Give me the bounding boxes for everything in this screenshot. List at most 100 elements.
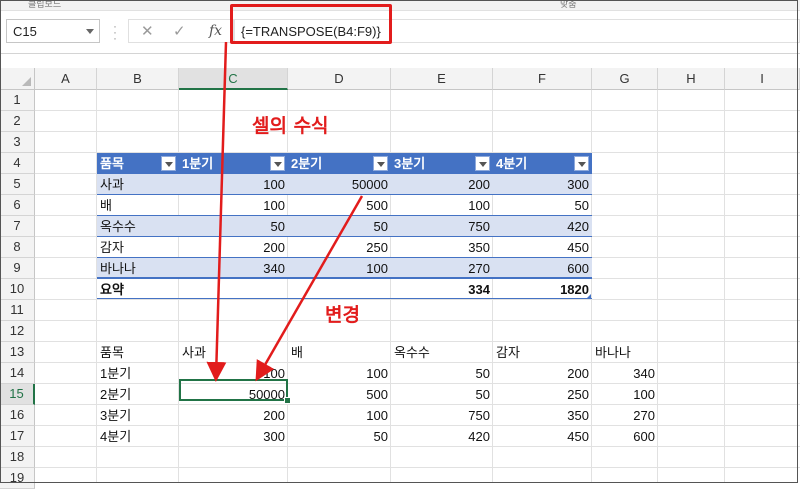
row-header-17[interactable]: 17 (0, 426, 35, 447)
chevron-down-icon[interactable] (86, 29, 94, 34)
transposed-cell[interactable]: 300 (179, 426, 288, 447)
transposed-cell[interactable]: 50 (288, 426, 391, 447)
table-cell[interactable]: 450 (493, 237, 592, 258)
transposed-cell[interactable]: 50 (391, 363, 493, 384)
filter-dropdown-icon[interactable] (475, 156, 490, 171)
cancel-icon[interactable]: ✕ (141, 22, 154, 40)
table-cell[interactable]: 100 (391, 195, 493, 216)
transposed-cell[interactable]: 50 (391, 384, 493, 405)
row-header-16[interactable]: 16 (0, 405, 35, 426)
table-cell[interactable]: 100 (179, 195, 288, 216)
transposed-cell[interactable]: 450 (493, 426, 592, 447)
transposed-cell[interactable]: 100 (288, 405, 391, 426)
table-cell[interactable]: 300 (493, 174, 592, 195)
row-header-12[interactable]: 12 (0, 321, 35, 342)
row-header-10[interactable]: 10 (0, 279, 35, 300)
filter-dropdown-icon[interactable] (574, 156, 589, 171)
table-cell[interactable]: 750 (391, 216, 493, 237)
table-cell[interactable]: 350 (391, 237, 493, 258)
table-cell[interactable]: 50 (493, 195, 592, 216)
row-header-1[interactable]: 1 (0, 90, 35, 111)
transposed-cell[interactable]: 200 (179, 405, 288, 426)
column-header-d[interactable]: D (288, 68, 391, 90)
fill-handle[interactable] (284, 397, 291, 404)
table-cell[interactable]: 270 (391, 258, 493, 279)
name-box[interactable]: C15 (6, 19, 100, 43)
transposed-cell[interactable]: 600 (592, 426, 658, 447)
row-header-14[interactable]: 14 (0, 363, 35, 384)
table-cell[interactable]: 500 (288, 195, 391, 216)
total-cell[interactable]: 334 (391, 279, 493, 300)
filter-dropdown-icon[interactable] (161, 156, 176, 171)
table-cell[interactable]: 200 (391, 174, 493, 195)
table-cell[interactable]: 100 (179, 174, 288, 195)
column-header-c[interactable]: C (179, 68, 288, 90)
transposed-header-cell[interactable]: 감자 (493, 342, 592, 363)
row-header-18[interactable]: 18 (0, 447, 35, 468)
row-header-13[interactable]: 13 (0, 342, 35, 363)
column-header-g[interactable]: G (592, 68, 658, 90)
row-header-4[interactable]: 4 (0, 153, 35, 174)
table-cell[interactable]: 600 (493, 258, 592, 279)
transposed-cell[interactable]: 100 (288, 363, 391, 384)
row-header-7[interactable]: 7 (0, 216, 35, 237)
table-cell[interactable]: 100 (288, 258, 391, 279)
table-cell[interactable]: 250 (288, 237, 391, 258)
column-header-i[interactable]: I (725, 68, 800, 90)
filter-dropdown-icon[interactable] (373, 156, 388, 171)
row-header-15[interactable]: 15 (0, 384, 35, 405)
table-cell[interactable]: 사과 (97, 174, 179, 195)
row-header-11[interactable]: 11 (0, 300, 35, 321)
table-cell[interactable]: 420 (493, 216, 592, 237)
column-header-b[interactable]: B (97, 68, 179, 90)
table-cell[interactable]: 50000 (288, 174, 391, 195)
transposed-cell[interactable]: 420 (391, 426, 493, 447)
transposed-cell[interactable]: 200 (493, 363, 592, 384)
transposed-header-cell[interactable]: 바나나 (592, 342, 658, 363)
transposed-header-cell[interactable]: 품목 (97, 342, 179, 363)
table-cell[interactable]: 50 (179, 216, 288, 237)
transposed-header-cell[interactable]: 사과 (179, 342, 288, 363)
transposed-cell[interactable]: 350 (493, 405, 592, 426)
active-cell-border[interactable] (179, 379, 288, 401)
column-header-f[interactable]: F (493, 68, 592, 90)
transposed-cell[interactable]: 340 (592, 363, 658, 384)
table-cell[interactable]: 옥수수 (97, 216, 179, 237)
transposed-cell[interactable]: 500 (288, 384, 391, 405)
table-cell[interactable]: 200 (179, 237, 288, 258)
select-all-corner[interactable] (0, 68, 35, 90)
total-cell[interactable] (288, 279, 391, 300)
total-cell[interactable] (179, 279, 288, 300)
transposed-header-cell[interactable]: 옥수수 (391, 342, 493, 363)
row-header-3[interactable]: 3 (0, 132, 35, 153)
enter-icon[interactable]: ✓ (173, 22, 186, 40)
total-cell[interactable]: 요약 (97, 279, 179, 300)
column-header-h[interactable]: H (658, 68, 725, 90)
transposed-header-cell[interactable]: 배 (288, 342, 391, 363)
row-header-19[interactable]: 19 (0, 468, 35, 489)
table-cell[interactable]: 배 (97, 195, 179, 216)
table-resize-handle[interactable] (586, 294, 591, 299)
transposed-cell[interactable]: 250 (493, 384, 592, 405)
formula-bar-grip-icon[interactable]: · · · (113, 20, 117, 44)
transposed-cell[interactable]: 1분기 (97, 363, 179, 384)
column-header-e[interactable]: E (391, 68, 493, 90)
row-header-8[interactable]: 8 (0, 237, 35, 258)
transposed-cell[interactable]: 2분기 (97, 384, 179, 405)
table-cell[interactable]: 50 (288, 216, 391, 237)
row-header-9[interactable]: 9 (0, 258, 35, 279)
table-cell[interactable]: 340 (179, 258, 288, 279)
row-header-5[interactable]: 5 (0, 174, 35, 195)
transposed-cell[interactable]: 750 (391, 405, 493, 426)
table-cell[interactable]: 바나나 (97, 258, 179, 279)
transposed-cell[interactable]: 3분기 (97, 405, 179, 426)
insert-function-icon[interactable]: fx (209, 23, 222, 39)
total-cell[interactable]: 1820 (493, 279, 592, 300)
table-cell[interactable]: 감자 (97, 237, 179, 258)
filter-dropdown-icon[interactable] (270, 156, 285, 171)
transposed-cell[interactable]: 270 (592, 405, 658, 426)
transposed-cell[interactable]: 4분기 (97, 426, 179, 447)
transposed-cell[interactable]: 100 (592, 384, 658, 405)
column-header-a[interactable]: A (35, 68, 97, 90)
row-header-2[interactable]: 2 (0, 111, 35, 132)
